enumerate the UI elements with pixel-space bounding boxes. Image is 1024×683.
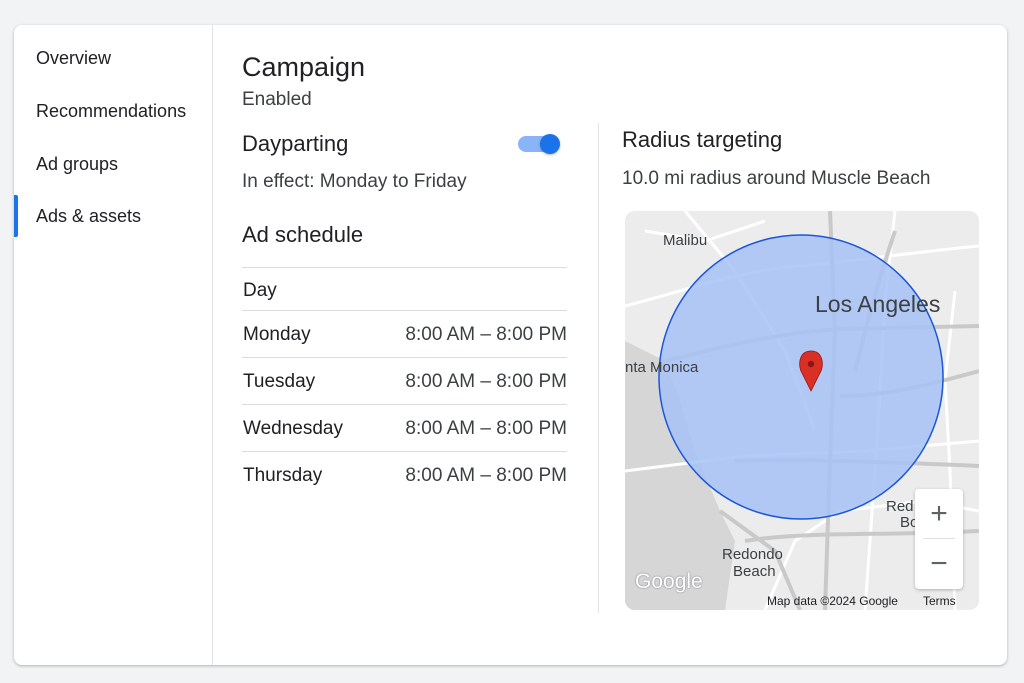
page-title: Campaign xyxy=(242,52,366,82)
table-row: Thursday 8:00 AM – 8:00 PM xyxy=(242,452,567,499)
sidebar-item-overview[interactable]: Overview xyxy=(14,37,213,79)
radius-description: 10.0 mi radius around Muscle Beach xyxy=(622,168,931,189)
sidebar-item-ads-assets[interactable]: Ads & assets xyxy=(14,195,213,237)
map-label-santa-monica: nta Monica xyxy=(625,359,699,376)
table-row: Wednesday 8:00 AM – 8:00 PM xyxy=(242,405,567,452)
schedule-day: Tuesday xyxy=(243,371,316,392)
campaign-status: Enabled xyxy=(242,89,312,110)
google-logo: Google xyxy=(635,570,703,593)
main-content: Campaign Enabled Dayparting In effect: M… xyxy=(213,25,1007,665)
table-row: Monday 8:00 AM – 8:00 PM xyxy=(242,311,567,358)
map-attribution: Map data ©2024 Google xyxy=(767,594,898,608)
schedule-day: Monday xyxy=(243,324,311,345)
sidebar-item-ad-groups[interactable]: Ad groups xyxy=(14,143,213,185)
map-label-malibu: Malibu xyxy=(663,232,708,249)
schedule-time: 8:00 AM – 8:00 PM xyxy=(405,465,567,486)
map-terms-link[interactable]: Terms xyxy=(923,594,956,608)
map-label-redondo: Redondo xyxy=(722,546,783,563)
toggle-knob xyxy=(540,134,560,154)
sidebar: Overview Recommendations Ad groups Ads &… xyxy=(14,25,213,665)
radius-map[interactable]: Malibu Los Angeles nta Monica Redondo Be… xyxy=(625,211,979,610)
map-label-redondo-beach: Beach xyxy=(733,563,776,580)
table-header-row: Day xyxy=(242,267,567,311)
dayparting-toggle[interactable] xyxy=(517,134,561,154)
schedule-day: Thursday xyxy=(243,465,323,486)
map-label-red: Red xyxy=(886,498,914,515)
dayparting-title: Dayparting xyxy=(242,131,349,156)
sidebar-item-label: Overview xyxy=(36,48,112,68)
schedule-day: Wednesday xyxy=(243,418,343,439)
zoom-out-button[interactable]: − xyxy=(915,539,963,589)
map-zoom-controls: + − xyxy=(915,489,963,589)
ad-schedule-title: Ad schedule xyxy=(242,222,364,247)
dayparting-description: In effect: Monday to Friday xyxy=(242,171,467,192)
schedule-time: 8:00 AM – 8:00 PM xyxy=(405,418,567,439)
column-header-day: Day xyxy=(243,280,277,301)
map-label-los-angeles: Los Angeles xyxy=(815,291,941,317)
column-divider xyxy=(598,123,599,613)
sidebar-item-label: Ad groups xyxy=(36,154,119,174)
schedule-time: 8:00 AM – 8:00 PM xyxy=(405,371,567,392)
sidebar-item-recommendations[interactable]: Recommendations xyxy=(14,90,213,132)
sidebar-item-label: Recommendations xyxy=(36,101,187,121)
radius-targeting-title: Radius targeting xyxy=(622,127,783,152)
zoom-in-button[interactable]: + xyxy=(915,489,963,539)
sidebar-item-label: Ads & assets xyxy=(36,206,142,226)
table-row: Tuesday 8:00 AM – 8:00 PM xyxy=(242,358,567,405)
schedule-time: 8:00 AM – 8:00 PM xyxy=(405,324,567,345)
ad-schedule-table: Day Monday 8:00 AM – 8:00 PM Tuesday 8:0… xyxy=(242,267,567,499)
campaign-card: Overview Recommendations Ad groups Ads &… xyxy=(14,25,1007,665)
radius-circle xyxy=(658,234,944,520)
